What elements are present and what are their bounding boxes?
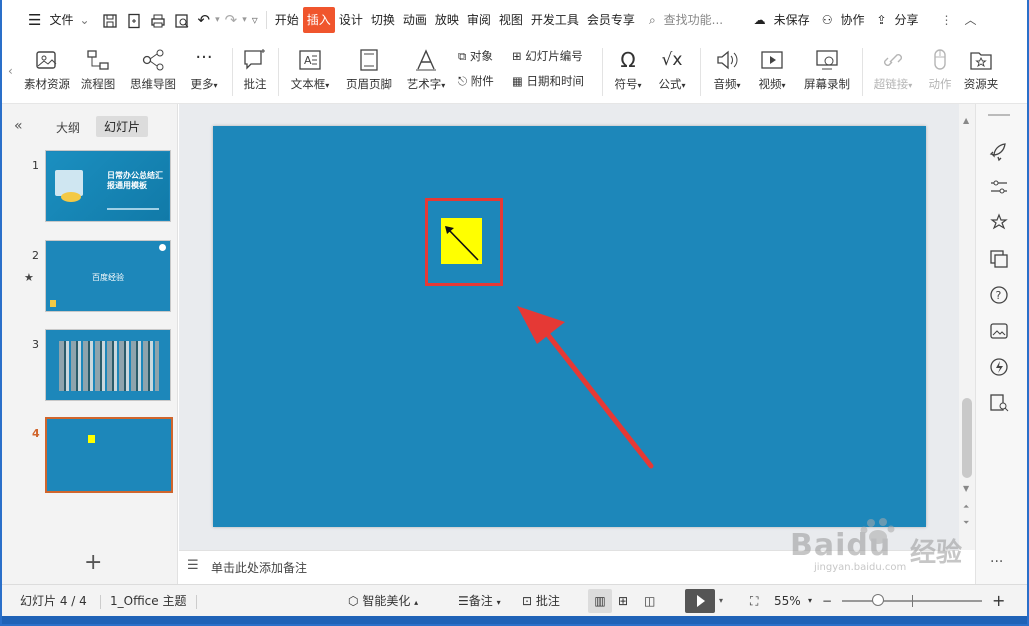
window-frame [0, 0, 1029, 626]
